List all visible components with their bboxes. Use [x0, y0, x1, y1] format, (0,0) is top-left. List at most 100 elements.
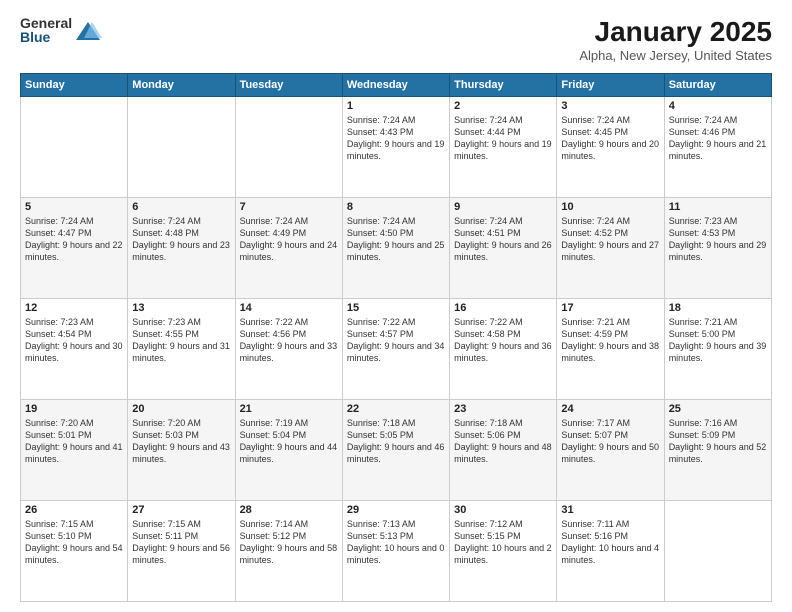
day-info: Sunrise: 7:18 AM Sunset: 5:05 PM Dayligh… — [347, 417, 445, 466]
day-info: Sunrise: 7:24 AM Sunset: 4:45 PM Dayligh… — [561, 114, 659, 163]
day-info: Sunrise: 7:24 AM Sunset: 4:52 PM Dayligh… — [561, 215, 659, 264]
day-number: 9 — [454, 201, 552, 213]
calendar-cell: 31 Sunrise: 7:11 AM Sunset: 5:16 PM Dayli… — [557, 501, 664, 602]
day-info: Sunrise: 7:21 AM Sunset: 5:00 PM Dayligh… — [669, 316, 767, 365]
day-info: Sunrise: 7:19 AM Sunset: 5:04 PM Dayligh… — [240, 417, 338, 466]
month-title: January 2025 — [579, 16, 772, 48]
col-header-monday: Monday — [128, 74, 235, 97]
logo-blue: Blue — [20, 30, 72, 44]
col-header-sunday: Sunday — [21, 74, 128, 97]
calendar-cell: 13 Sunrise: 7:23 AM Sunset: 4:55 PM Dayli… — [128, 299, 235, 400]
day-number: 3 — [561, 100, 659, 112]
day-info: Sunrise: 7:20 AM Sunset: 5:03 PM Dayligh… — [132, 417, 230, 466]
day-info: Sunrise: 7:23 AM Sunset: 4:55 PM Dayligh… — [132, 316, 230, 365]
col-header-friday: Friday — [557, 74, 664, 97]
day-number: 24 — [561, 403, 659, 415]
page-header: General Blue January 2025 Alpha, New Jer… — [20, 16, 772, 63]
calendar-week-3: 12Sunrise: 7:23 AM Sunset: 4:54 PM Dayli… — [21, 299, 772, 400]
logo: General Blue — [20, 16, 98, 44]
day-info: Sunrise: 7:16 AM Sunset: 5:09 PM Dayligh… — [669, 417, 767, 466]
day-number: 19 — [25, 403, 123, 415]
day-number: 4 — [669, 100, 767, 112]
day-info: Sunrise: 7:13 AM Sunset: 5:13 PM Dayligh… — [347, 518, 445, 567]
day-info: Sunrise: 7:21 AM Sunset: 4:59 PM Dayligh… — [561, 316, 659, 365]
calendar-cell: 28Sunrise: 7:14 AM Sunset: 5:12 PM Dayli… — [235, 501, 342, 602]
calendar-table: SundayMondayTuesdayWednesdayThursdayFrid… — [20, 73, 772, 602]
day-info: Sunrise: 7:24 AM Sunset: 4:47 PM Dayligh… — [25, 215, 123, 264]
col-header-wednesday: Wednesday — [342, 74, 449, 97]
calendar-cell: 9 Sunrise: 7:24 AM Sunset: 4:51 PM Daylig… — [450, 198, 557, 299]
calendar-cell: 10 Sunrise: 7:24 AM Sunset: 4:52 PM Dayli… — [557, 198, 664, 299]
day-number: 8 — [347, 201, 445, 213]
calendar-week-4: 19 Sunrise: 7:20 AM Sunset: 5:01 PM Dayli… — [21, 400, 772, 501]
logo-icon — [74, 18, 98, 42]
calendar-cell: 29 Sunrise: 7:13 AM Sunset: 5:13 PM Dayli… — [342, 501, 449, 602]
calendar-cell — [21, 97, 128, 198]
day-info: Sunrise: 7:24 AM Sunset: 4:48 PM Dayligh… — [132, 215, 230, 264]
day-info: Sunrise: 7:20 AM Sunset: 5:01 PM Dayligh… — [25, 417, 123, 466]
calendar-cell: 20 Sunrise: 7:20 AM Sunset: 5:03 PM Dayli… — [128, 400, 235, 501]
day-number: 21 — [240, 403, 338, 415]
calendar-cell: 17Sunrise: 7:21 AM Sunset: 4:59 PM Dayli… — [557, 299, 664, 400]
calendar-cell: 30Sunrise: 7:12 AM Sunset: 5:15 PM Dayli… — [450, 501, 557, 602]
calendar-cell: 24 Sunrise: 7:17 AM Sunset: 5:07 PM Dayli… — [557, 400, 664, 501]
day-number: 14 — [240, 302, 338, 314]
day-number: 5 — [25, 201, 123, 213]
calendar-cell: 26 Sunrise: 7:15 AM Sunset: 5:10 PM Dayli… — [21, 501, 128, 602]
day-number: 29 — [347, 504, 445, 516]
day-number: 2 — [454, 100, 552, 112]
calendar-cell: 19 Sunrise: 7:20 AM Sunset: 5:01 PM Dayli… — [21, 400, 128, 501]
day-info: Sunrise: 7:24 AM Sunset: 4:51 PM Dayligh… — [454, 215, 552, 264]
logo-general: General — [20, 16, 72, 30]
calendar-cell — [128, 97, 235, 198]
day-number: 6 — [132, 201, 230, 213]
calendar-cell: 23Sunrise: 7:18 AM Sunset: 5:06 PM Dayli… — [450, 400, 557, 501]
day-info: Sunrise: 7:24 AM Sunset: 4:49 PM Dayligh… — [240, 215, 338, 264]
calendar-cell: 16 Sunrise: 7:22 AM Sunset: 4:58 PM Dayli… — [450, 299, 557, 400]
day-number: 20 — [132, 403, 230, 415]
calendar-week-5: 26 Sunrise: 7:15 AM Sunset: 5:10 PM Dayli… — [21, 501, 772, 602]
col-header-saturday: Saturday — [664, 74, 771, 97]
calendar-cell: 2 Sunrise: 7:24 AM Sunset: 4:44 PM Daylig… — [450, 97, 557, 198]
title-block: January 2025 Alpha, New Jersey, United S… — [579, 16, 772, 63]
location: Alpha, New Jersey, United States — [579, 48, 772, 63]
day-info: Sunrise: 7:11 AM Sunset: 5:16 PM Dayligh… — [561, 518, 659, 567]
day-number: 26 — [25, 504, 123, 516]
calendar-cell: 1 Sunrise: 7:24 AM Sunset: 4:43 PM Daylig… — [342, 97, 449, 198]
calendar-cell: 7 Sunrise: 7:24 AM Sunset: 4:49 PM Daylig… — [235, 198, 342, 299]
calendar-week-1: 1 Sunrise: 7:24 AM Sunset: 4:43 PM Daylig… — [21, 97, 772, 198]
calendar-cell: 8 Sunrise: 7:24 AM Sunset: 4:50 PM Daylig… — [342, 198, 449, 299]
day-number: 16 — [454, 302, 552, 314]
day-number: 27 — [132, 504, 230, 516]
calendar-cell: 5 Sunrise: 7:24 AM Sunset: 4:47 PM Daylig… — [21, 198, 128, 299]
day-info: Sunrise: 7:24 AM Sunset: 4:44 PM Dayligh… — [454, 114, 552, 163]
calendar-week-2: 5 Sunrise: 7:24 AM Sunset: 4:47 PM Daylig… — [21, 198, 772, 299]
calendar-cell: 12Sunrise: 7:23 AM Sunset: 4:54 PM Dayli… — [21, 299, 128, 400]
day-info: Sunrise: 7:15 AM Sunset: 5:10 PM Dayligh… — [25, 518, 123, 567]
day-info: Sunrise: 7:12 AM Sunset: 5:15 PM Dayligh… — [454, 518, 552, 567]
logo-text: General Blue — [20, 16, 72, 44]
calendar-cell: 21 Sunrise: 7:19 AM Sunset: 5:04 PM Dayli… — [235, 400, 342, 501]
day-number: 12 — [25, 302, 123, 314]
day-info: Sunrise: 7:18 AM Sunset: 5:06 PM Dayligh… — [454, 417, 552, 466]
calendar-cell: 22Sunrise: 7:18 AM Sunset: 5:05 PM Dayli… — [342, 400, 449, 501]
calendar-cell — [664, 501, 771, 602]
day-info: Sunrise: 7:15 AM Sunset: 5:11 PM Dayligh… — [132, 518, 230, 567]
day-number: 1 — [347, 100, 445, 112]
calendar-cell: 18 Sunrise: 7:21 AM Sunset: 5:00 PM Dayli… — [664, 299, 771, 400]
day-info: Sunrise: 7:17 AM Sunset: 5:07 PM Dayligh… — [561, 417, 659, 466]
day-info: Sunrise: 7:22 AM Sunset: 4:57 PM Dayligh… — [347, 316, 445, 365]
day-info: Sunrise: 7:24 AM Sunset: 4:50 PM Dayligh… — [347, 215, 445, 264]
day-number: 18 — [669, 302, 767, 314]
day-number: 11 — [669, 201, 767, 213]
day-info: Sunrise: 7:24 AM Sunset: 4:43 PM Dayligh… — [347, 114, 445, 163]
day-number: 13 — [132, 302, 230, 314]
day-info: Sunrise: 7:22 AM Sunset: 4:58 PM Dayligh… — [454, 316, 552, 365]
day-number: 31 — [561, 504, 659, 516]
col-header-tuesday: Tuesday — [235, 74, 342, 97]
calendar-cell: 14Sunrise: 7:22 AM Sunset: 4:56 PM Dayli… — [235, 299, 342, 400]
day-number: 25 — [669, 403, 767, 415]
day-number: 10 — [561, 201, 659, 213]
day-number: 7 — [240, 201, 338, 213]
calendar-cell: 15Sunrise: 7:22 AM Sunset: 4:57 PM Dayli… — [342, 299, 449, 400]
